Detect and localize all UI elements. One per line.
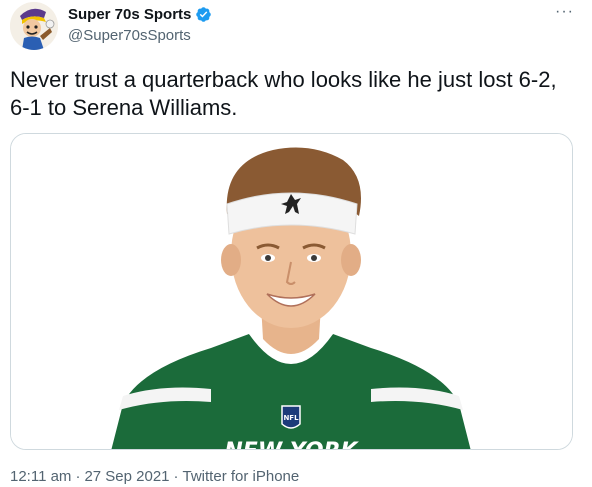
tweet-text: Never trust a quarterback who looks like… — [10, 67, 557, 120]
tweet-source[interactable]: Twitter for iPhone — [183, 468, 300, 485]
svg-text:NFL: NFL — [283, 414, 299, 422]
author-handle[interactable]: @Super70sSports — [68, 27, 212, 44]
tweet-time[interactable]: 12:11 am — [10, 468, 71, 485]
jersey-text: NEW YORK — [224, 439, 359, 450]
meta-separator: · — [75, 468, 81, 485]
author-name-row: Super 70s Sports — [68, 5, 212, 23]
player-headshot-photo-icon: NFL NEW YORK — [11, 134, 572, 450]
author-display-name[interactable]: Super 70s Sports — [68, 6, 191, 23]
meta-separator: · — [173, 468, 179, 485]
author-info: Super 70s Sports @Super70sSports — [68, 5, 212, 44]
verified-badge-icon — [196, 6, 212, 22]
tweet-date[interactable]: 27 Sep 2021 — [84, 468, 169, 485]
tweet-card: Super 70s Sports @Super70sSports ··· Nev… — [0, 0, 592, 487]
cartoon-mascot-avatar-icon — [10, 2, 58, 50]
tweet-metadata: 12:11 am · 27 Sep 2021 · Twitter for iPh… — [10, 468, 299, 485]
tweet-media[interactable]: NFL NEW YORK — [10, 133, 573, 450]
more-options-icon[interactable]: ··· — [555, 4, 574, 20]
author-avatar[interactable] — [10, 2, 58, 50]
